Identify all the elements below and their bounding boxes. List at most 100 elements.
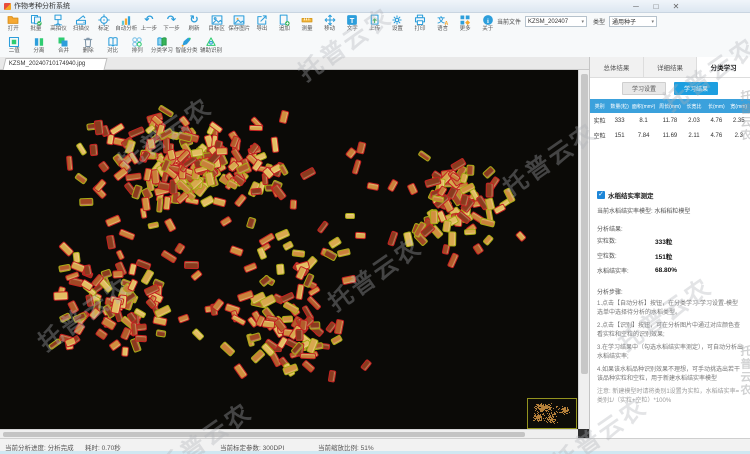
toolbar-button-settings-gear[interactable]: 设置 [386,13,409,35]
toolbar-button-about-info[interactable]: i 关于 [476,13,499,35]
toolbar-button-calibrate-target[interactable]: 标定 [92,13,115,35]
toolbar-button-label: 自动分析 [115,26,138,32]
scrollbar-corner [578,429,589,438]
toolbar-button-measure-ruler[interactable]: 测量 [296,13,319,35]
minimap-thumbnail[interactable] [527,398,577,429]
toolbar-button-open-folder[interactable]: 打开 [2,13,25,35]
toolbar-row-1: 打开 批量 高拍仪 扫描仪 标定 自动分析 ↶ 上一步 ↷ 下一步 ↻ 刷新 目标区 保存图片 导出 追加 测量… [2,13,499,35]
image-tab[interactable]: KZSM_20240710174940.jpg [2,58,108,70]
toolbar-button-label: 高拍仪 [50,26,67,32]
table-header-cell: 长(mm) [708,103,725,110]
type-select[interactable]: 通用种子 ▾ [609,16,658,27]
seed-grain [176,313,190,324]
table-header-cell: 类别 [594,103,605,110]
minimap-dot [532,420,534,422]
toolbar-button-save-image[interactable]: 保存图片 [228,13,251,35]
toolbar-button-export-arrow[interactable]: 导出 [251,13,274,35]
maximize-button[interactable]: □ [646,0,666,13]
toolbar-button-assist-recognize[interactable]: 辅助识别 [199,35,224,57]
seed-grain [190,327,205,342]
toolbar-button-auto-analyze-chart[interactable]: 自动分析 [115,13,138,35]
table-row[interactable]: 空粒 151 7.84 11.69 2.11 4.76 2.3 [590,128,750,143]
seed-grain [74,172,89,186]
toolbar-button-split-bars[interactable]: 分离 [27,35,52,57]
toolbar-button-label: 目标区 [208,26,225,32]
minimap-dot [550,416,552,418]
table-row[interactable]: 实粒 333 8.1 11.78 2.03 4.76 2.35 [590,113,750,128]
toolbar-button-redo-arrow[interactable]: ↷ 下一步 [160,13,183,35]
assist-recognize-icon [205,35,217,48]
minimap-dot [554,419,556,421]
minimap-dot [548,421,550,423]
minimap-dot [557,421,559,423]
toolbar-button-label: 排列 [131,48,143,54]
result-label: 空粒数: [597,254,617,260]
toolbar-button-label: 导出 [256,26,268,32]
minimap-dot [566,409,568,411]
binary-square-icon [8,35,20,48]
learning-setting-button[interactable]: 学习设置 [622,82,666,95]
toolbar-button-printer[interactable]: 打印 [409,13,432,35]
toolbar-button-smart-classify-pen[interactable]: 智能分类 [174,35,199,57]
analysis-result-title: 分析结果: [597,227,623,233]
minimap-dot [535,417,537,419]
toolbar-button-target-region-image[interactable]: 目标区 [205,13,228,35]
toolbar-button-undo-arrow[interactable]: ↶ 上一步 [138,13,161,35]
toolbar-button-classify-learn-book[interactable]: 分类学习 [150,35,175,57]
merge-squares-icon [57,35,69,48]
toolbar-button-text-tool[interactable]: T 文字 [341,13,364,35]
toolbar-button-binary-square[interactable]: 二值 [2,35,27,57]
result-row: 空粒数: 151粒 [597,248,743,263]
toolbar-button-label: 删除 [82,48,94,54]
seed-image-viewport[interactable] [0,70,578,429]
seed-grain [270,183,287,201]
panel-tab-inactive[interactable]: 总体结果 [590,57,644,77]
toolbar-button-append-doc[interactable]: 追加 [273,13,296,35]
minimap-dot [551,412,552,414]
table-cell: 实粒 [593,119,606,125]
seed-setting-checkbox[interactable]: ✓ [597,191,605,199]
horizontal-scrollbar-thumb[interactable] [3,432,525,437]
toolbar-button-trash[interactable]: 删除 [76,35,101,57]
minimize-button[interactable]: ─ [626,0,646,13]
auto-analyze-chart-icon [120,13,132,26]
toolbar-button-move-arrows[interactable]: 移动 [318,13,341,35]
minimap-dot [563,408,564,410]
toolbar-button-batch-copy[interactable]: 批量 [25,13,48,35]
vertical-scrollbar-thumb[interactable] [581,74,588,374]
result-value: 68.80% [655,267,678,274]
seed-grain [429,209,439,225]
toolbar-button-more-grid[interactable]: 更多 [454,13,477,35]
toolbar-button-arrange-circles[interactable]: 排列 [125,35,150,57]
seed-grain [327,236,343,249]
minimap-dot [547,422,549,424]
table-cell: 4.76 [710,117,723,124]
toolbar-button-refresh-arrow[interactable]: ↻ 刷新 [183,13,206,35]
panel-spacer [590,143,750,190]
learning-result-button[interactable]: 学习结果 [674,82,718,95]
current-file-select[interactable]: KZSM_202407 ▾ [525,16,588,27]
minimap-dot [554,422,556,424]
results-table: 类别 数量(粒) 面积(mm²) 周长(mm) 长宽比 长(mm) 宽(mm) 实粒 333 8.… [590,99,750,143]
step-line: 3.在学习结果中（勾选水稻结实率测定），可自动分析出水稻结实率; [597,345,744,360]
toolbar-button-doc-camera[interactable]: 高拍仪 [47,13,70,35]
toolbar-button-merge-squares[interactable]: 合并 [51,35,76,57]
minimap-dot [548,408,550,410]
minimap-dot [563,414,565,415]
toolbar-button-upload-doc[interactable]: 上传 [364,13,387,35]
panel-tab-active[interactable]: 分类学习 [697,57,750,77]
seed-grain [152,316,168,327]
panel-tab-inactive[interactable]: 详细结果 [644,57,698,77]
minimap-dot [548,404,550,406]
seed-grain [130,322,138,336]
close-button[interactable]: ✕ [666,0,686,13]
table-cell: 8.1 [639,117,648,124]
vertical-scrollbar[interactable] [578,70,589,429]
toolbar-button-language[interactable]: 文 A 语言 [431,13,454,35]
horizontal-scrollbar[interactable] [0,429,578,438]
toolbar-button-compare-book[interactable]: 对比 [100,35,125,57]
toolbar-button-scanner[interactable]: 扫描仪 [70,13,93,35]
seed-grain [47,337,62,351]
minimap-dot [566,412,568,414]
table-header-cell: 数量(粒) [610,103,629,110]
